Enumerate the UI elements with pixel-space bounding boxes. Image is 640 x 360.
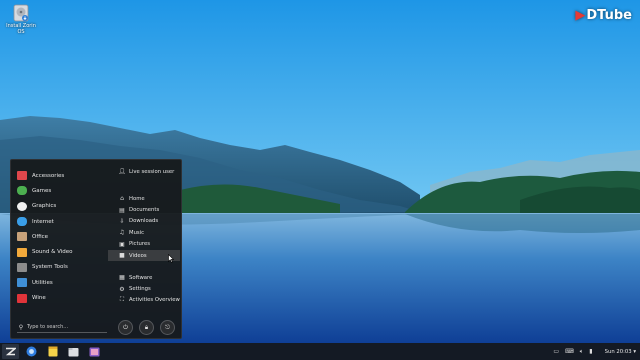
screen-record-icon[interactable]: ▭: [553, 348, 559, 355]
user-label: Live session user: [129, 168, 175, 175]
category-games[interactable]: Games: [17, 183, 109, 198]
clock-text: Sun 20:03: [604, 348, 632, 355]
place-home[interactable]: ⌂ Home: [108, 193, 180, 204]
category-accessories[interactable]: Accessories: [17, 168, 109, 183]
office-icon: [17, 232, 27, 242]
music-icon: ♫: [119, 229, 125, 237]
category-label: Games: [32, 187, 52, 194]
software-icon: ▦: [119, 274, 125, 282]
place-music[interactable]: ♫ Music: [108, 227, 180, 238]
session-buttons: ⏻ 🔒︎ ⎋: [118, 320, 175, 335]
category-label: Wine: [32, 295, 46, 302]
keyboard-layout-icon[interactable]: ⌨: [565, 348, 574, 355]
clock-display[interactable]: Sun 20:03 ▾: [605, 349, 636, 355]
place-label: Documents: [129, 207, 160, 214]
pictures-icon: ▣: [119, 240, 125, 248]
place-label: Pictures: [129, 241, 150, 248]
system-settings[interactable]: ⚙ Settings: [108, 283, 180, 294]
dtube-watermark: ▶ DTube: [575, 8, 632, 23]
zorin-menu-icon: [5, 347, 16, 356]
desktop-icon-label: Install Zorin OS: [6, 23, 36, 35]
accessories-icon: [17, 171, 27, 181]
category-sound-video[interactable]: Sound & Video: [17, 244, 109, 259]
place-label: Home: [129, 195, 145, 202]
software-store-button[interactable]: [86, 344, 103, 359]
software-store-icon: [89, 347, 100, 356]
place-downloads[interactable]: ⇩ Downloads: [108, 216, 180, 227]
desktop: Install Zorin OS ▶ DTube Accessories Gam…: [0, 0, 640, 360]
category-wine[interactable]: Wine: [17, 290, 109, 305]
category-internet[interactable]: Internet: [17, 214, 109, 229]
taskbar: ▭ Sun 20:03 ▾ ⌨ 🔈︎ ▮ Sun 20:03 ▾: [0, 343, 640, 360]
battery-icon[interactable]: ▮: [589, 348, 592, 355]
files-button[interactable]: [65, 344, 82, 359]
internet-cloud-icon: [17, 217, 27, 227]
games-icon: [17, 186, 27, 196]
category-utilities[interactable]: Utilities: [17, 275, 109, 290]
documents-icon: ▤: [119, 206, 125, 214]
sound-video-icon: [17, 247, 27, 257]
system-tray: ▭ Sun 20:03 ▾ ⌨ 🔈︎ ▮ Sun 20:03 ▾: [553, 343, 636, 360]
mouse-pointer-icon: [168, 254, 174, 263]
files-icon: [68, 347, 79, 356]
system-label: Activities Overview: [129, 297, 180, 304]
user-icon: 👤︎: [118, 168, 126, 175]
graphics-palette-icon: [17, 201, 27, 211]
category-label: Utilities: [32, 279, 53, 286]
home-icon: ⌂: [120, 195, 124, 203]
category-label: Sound & Video: [32, 249, 73, 256]
place-pictures[interactable]: ▣ Pictures: [108, 239, 180, 250]
power-icon: ⏻: [123, 323, 128, 331]
place-label: Videos: [129, 252, 147, 259]
lock-icon: 🔒︎: [144, 323, 149, 331]
lock-button[interactable]: 🔒︎: [139, 320, 154, 335]
logout-icon: ⎋: [165, 323, 170, 331]
category-office[interactable]: Office: [17, 229, 109, 244]
notes-button[interactable]: [44, 344, 61, 359]
web-browser-button[interactable]: [23, 344, 40, 359]
settings-gear-icon: ⚙: [119, 285, 125, 293]
dtube-logo-icon: ▶: [575, 8, 586, 23]
category-label: Office: [32, 233, 49, 240]
places-list: ⌂ Home ▤ Documents ⇩ Downloads ♫ Music ▣…: [108, 193, 180, 262]
videos-icon: ■: [119, 252, 125, 260]
wine-icon: [17, 293, 27, 303]
disk-installer-icon: [13, 4, 29, 22]
category-graphics[interactable]: Graphics: [17, 199, 109, 214]
category-label: System Tools: [32, 264, 68, 271]
system-label: Settings: [129, 286, 151, 293]
category-label: Accessories: [32, 172, 65, 179]
volume-icon[interactable]: 🔈︎: [580, 348, 584, 356]
system-label: Software: [129, 274, 153, 281]
power-button[interactable]: ⏻: [118, 320, 133, 335]
category-system-tools[interactable]: System Tools: [17, 260, 109, 275]
place-documents[interactable]: ▤ Documents: [108, 204, 180, 215]
category-label: Internet: [32, 218, 54, 225]
web-browser-icon: [26, 346, 37, 357]
place-label: Music: [129, 229, 145, 236]
place-label: Downloads: [129, 218, 159, 225]
zorin-menu-button[interactable]: [2, 344, 19, 359]
activities-overview-icon: ⛶: [119, 296, 125, 304]
search-input[interactable]: [25, 324, 105, 330]
category-list: Accessories Games Graphics Internet Offi…: [17, 168, 109, 306]
logout-button[interactable]: ⎋: [160, 320, 175, 335]
desktop-icon-install[interactable]: Install Zorin OS: [4, 4, 38, 35]
user-account-item[interactable]: 👤︎ Live session user: [118, 168, 174, 175]
notes-icon: [48, 346, 57, 357]
search-box: ⚲: [17, 322, 107, 333]
downloads-icon: ⇩: [119, 217, 125, 225]
category-label: Graphics: [32, 203, 57, 210]
system-activities-overview[interactable]: ⛶ Activities Overview: [108, 295, 180, 306]
system-software[interactable]: ▦ Software: [108, 272, 180, 283]
clock-arrow-icon: ▾: [633, 348, 636, 355]
system-list: ▦ Software ⚙ Settings ⛶ Activities Overv…: [108, 272, 180, 306]
utilities-icon: [17, 278, 27, 288]
watermark-text: DTube: [586, 8, 632, 23]
search-icon: ⚲: [18, 323, 24, 331]
system-tools-icon: [17, 262, 27, 272]
app-menu: Accessories Games Graphics Internet Offi…: [10, 159, 182, 339]
